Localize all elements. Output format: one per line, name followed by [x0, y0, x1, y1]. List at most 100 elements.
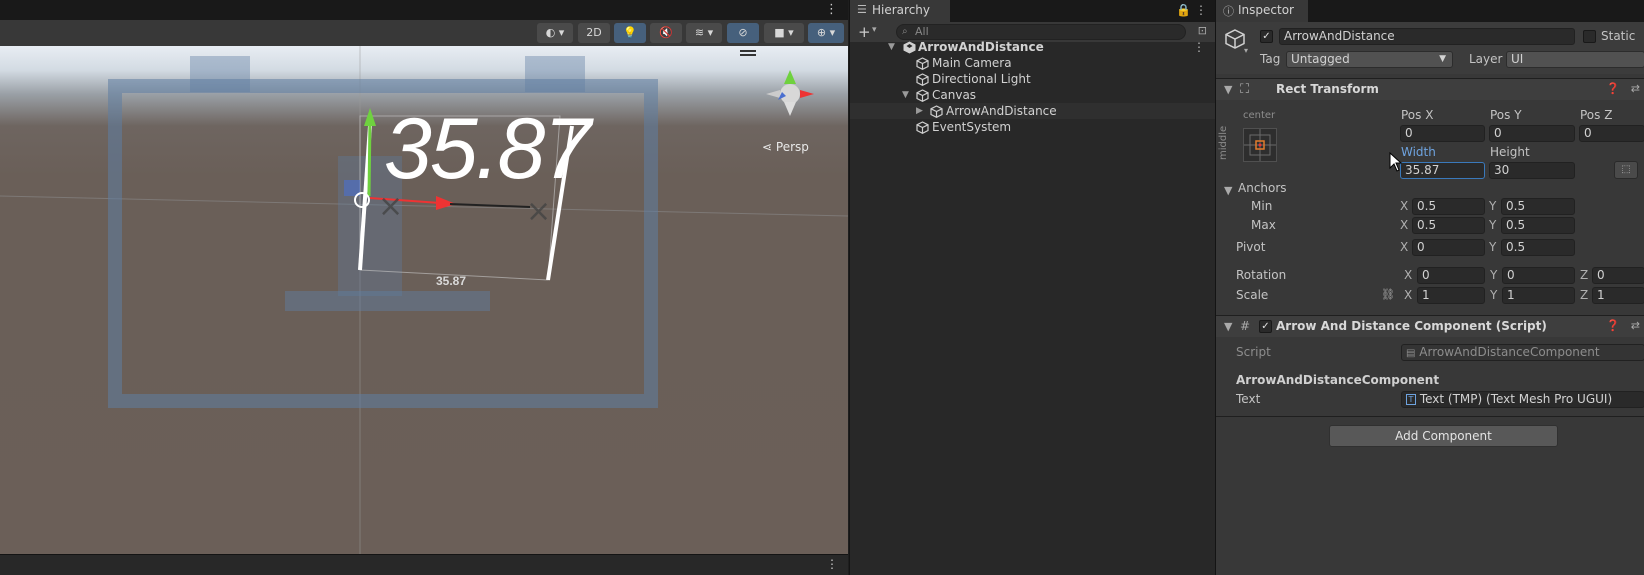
lighting-toggle-icon[interactable]: 💡 — [614, 23, 646, 43]
pos-x-field[interactable]: 0 — [1400, 125, 1485, 142]
foldout-arrow-icon[interactable]: ▼ — [1224, 320, 1232, 333]
anchors-foldout-icon[interactable]: ▼ — [1224, 184, 1232, 197]
add-dropdown-icon[interactable]: ▾ — [872, 25, 877, 35]
anchor-min-y-field[interactable]: 0.5 — [1501, 198, 1575, 215]
pivot-x-field[interactable]: 0 — [1412, 239, 1485, 256]
pos-z-field[interactable]: 0 — [1579, 125, 1644, 142]
hierarchy-item-arrow-and-distance[interactable]: ▶ ArrowAndDistance — [850, 103, 1215, 119]
collapse-arrow-icon[interactable]: ▶ — [916, 103, 923, 119]
list-icon: ☰ — [857, 3, 867, 16]
scene-viewport[interactable]: × × 35.87 35.87 ⋖ Persp — [0, 46, 848, 554]
hidden-objects-toggle-icon[interactable]: ⊘ — [727, 23, 759, 43]
text-object-field[interactable]: T Text (TMP) (Text Mesh Pro UGUI) — [1401, 391, 1644, 408]
status-menu-icon[interactable]: ⋮ — [826, 557, 838, 571]
settings-icon[interactable]: ⇄ — [1631, 319, 1640, 332]
hierarchy-item-canvas[interactable]: ▼ Canvas — [850, 87, 1215, 103]
gameobject-icon — [1224, 28, 1246, 53]
effects-dropdown-icon[interactable]: ≋ ▾ — [686, 23, 722, 43]
persp-arrow-icon: ⋖ — [762, 140, 773, 154]
scene-menu-icon[interactable]: ⋮ — [1193, 39, 1205, 55]
axis-x-label: X — [1404, 268, 1413, 282]
hierarchy-menu-icon[interactable]: ⋮ — [1195, 3, 1207, 17]
static-label: Static — [1601, 29, 1636, 43]
gizmos-dropdown-icon[interactable]: ⊕ ▾ — [808, 23, 844, 43]
hierarchy-item-label: ArrowAndDistance — [946, 104, 1057, 118]
min-label: Min — [1251, 199, 1273, 213]
pos-y-label: Pos Y — [1490, 108, 1522, 122]
script-component-header[interactable]: ▼ # ✓ Arrow And Distance Component (Scri… — [1216, 315, 1644, 337]
expand-arrow-icon[interactable]: ▼ — [888, 39, 895, 55]
anchor-max-y-field[interactable]: 0.5 — [1501, 217, 1575, 234]
active-checkbox[interactable]: ✓ — [1260, 30, 1273, 43]
component-subheader: ArrowAndDistanceComponent — [1236, 373, 1440, 387]
icon-dropdown-icon[interactable]: ▾ — [1244, 46, 1248, 55]
anchor-min-x-field[interactable]: 0.5 — [1412, 198, 1485, 215]
anchor-preset-h-label: center — [1243, 110, 1276, 121]
search-options-icon[interactable]: ⊡ — [1198, 24, 1207, 37]
foldout-arrow-icon[interactable]: ▼ — [1224, 83, 1232, 96]
gameobject-cube-icon — [916, 73, 929, 86]
toggle-2d-button[interactable]: 2D — [578, 23, 610, 43]
expand-arrow-icon[interactable]: ▼ — [902, 87, 909, 103]
scene-menu-icon[interactable]: ⋮ — [825, 2, 838, 17]
anchor-presets-button[interactable] — [1243, 128, 1277, 162]
camera-dropdown-icon[interactable]: ■ ▾ — [764, 23, 804, 43]
rotation-y-field[interactable]: 0 — [1502, 267, 1575, 284]
scale-z-field[interactable]: 1 — [1592, 287, 1644, 304]
divider — [1216, 416, 1644, 417]
static-checkbox[interactable] — [1583, 30, 1596, 43]
scale-x-field[interactable]: 1 — [1417, 287, 1485, 304]
hierarchy-item-label: ArrowAndDistance — [918, 40, 1044, 54]
height-field[interactable]: 30 — [1489, 162, 1575, 179]
object-name-field[interactable]: ArrowAndDistance — [1279, 28, 1575, 45]
chevron-down-icon: ▼ — [1439, 54, 1446, 64]
pos-y-field[interactable]: 0 — [1489, 125, 1575, 142]
component-enabled-checkbox[interactable]: ✓ — [1259, 320, 1272, 333]
text-label: Text — [1236, 392, 1261, 406]
layer-dropdown[interactable]: UI — [1506, 51, 1644, 68]
scale-label: Scale — [1236, 288, 1269, 302]
tag-dropdown[interactable]: Untagged ▼ — [1286, 51, 1453, 68]
help-icon[interactable]: ❓ — [1606, 319, 1620, 332]
rotation-z-field[interactable]: 0 — [1592, 267, 1644, 284]
lock-icon[interactable]: 🔒 — [1176, 3, 1191, 17]
hierarchy-item-event-system[interactable]: EventSystem — [850, 119, 1215, 135]
constrain-proportions-icon[interactable]: ⛓ — [1381, 288, 1395, 301]
rotation-x-field[interactable]: 0 — [1417, 267, 1485, 284]
hierarchy-item-label: EventSystem — [932, 120, 1012, 134]
hierarchy-panel: ☰ Hierarchy 🔒 ⋮ + ▾ ⌕ All ⊡ ▼ ArrowAndDi… — [849, 0, 1215, 575]
pivot-label: Pivot — [1236, 240, 1266, 254]
hierarchy-item-main-camera[interactable]: Main Camera — [850, 55, 1215, 71]
gameobject-cube-icon — [930, 105, 943, 118]
add-component-button[interactable]: Add Component — [1329, 425, 1558, 447]
max-label: Max — [1251, 218, 1276, 232]
anchor-max-x-field[interactable]: 0.5 — [1412, 217, 1485, 234]
tmp-text-icon: T — [1406, 394, 1416, 405]
shading-mode-dropdown[interactable]: ◐ ▾ — [537, 23, 573, 43]
hierarchy-item-directional-light[interactable]: Directional Light — [850, 71, 1215, 87]
settings-icon[interactable]: ⇄ — [1631, 82, 1640, 95]
hierarchy-item-scene[interactable]: ▼ ArrowAndDistance ⋮ — [850, 39, 1215, 55]
blueprint-mode-button[interactable]: ⬚ — [1614, 161, 1638, 179]
anchors-label: Anchors — [1238, 181, 1287, 195]
height-label[interactable]: Height — [1490, 145, 1530, 159]
hierarchy-search-input[interactable]: ⌕ All — [896, 24, 1186, 40]
tab-inspector-label: Inspector — [1238, 3, 1294, 17]
scale-y-field[interactable]: 1 — [1502, 287, 1575, 304]
hierarchy-item-label: Directional Light — [932, 72, 1031, 86]
axis-y-label: Y — [1490, 288, 1498, 302]
width-field[interactable]: 35.87 — [1400, 162, 1485, 179]
tab-inspector[interactable]: ⓘ Inspector — [1216, 0, 1308, 22]
inspector-tab-bar: ⓘ Inspector — [1216, 0, 1644, 22]
scene-big-text: 35.87 — [384, 101, 591, 197]
tag-value: Untagged — [1291, 52, 1350, 66]
rect-transform-header[interactable]: ▼ ⛶ Rect Transform ❓ ⇄ — [1216, 78, 1644, 100]
axis-x-label: X — [1400, 199, 1409, 213]
help-icon[interactable]: ❓ — [1606, 82, 1620, 95]
pivot-y-field[interactable]: 0.5 — [1501, 239, 1575, 256]
audio-toggle-icon[interactable]: 🔇 — [650, 23, 682, 43]
persp-label[interactable]: ⋖ Persp — [762, 140, 809, 154]
width-label[interactable]: Width — [1401, 145, 1436, 159]
tab-hierarchy[interactable]: ☰ Hierarchy — [850, 0, 950, 22]
gameobject-cube-icon — [916, 57, 929, 70]
